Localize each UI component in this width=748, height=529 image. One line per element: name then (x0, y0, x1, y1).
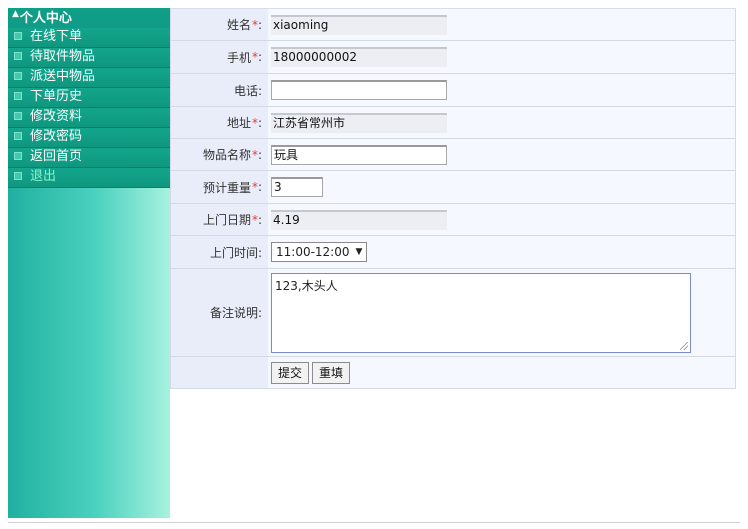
field-value: 18000000002 (268, 41, 735, 73)
form-row-weight: 预计重量 *: 3 (170, 171, 736, 204)
weight-label: 预计重量 (202, 180, 251, 195)
field-label (170, 357, 268, 388)
name-label: 姓名 (226, 18, 251, 32)
bullet-icon (14, 111, 22, 120)
remarks-textarea[interactable]: 123,木头人 (271, 272, 691, 353)
field-label: 姓名 *: (170, 9, 268, 40)
field-value: 江苏省常州市 (268, 107, 735, 138)
field-label: 地址 *: (170, 107, 268, 138)
address-label: 地址 (226, 116, 251, 130)
form-row-address: 地址 *: 江苏省常州市 (170, 107, 736, 139)
form-row-name: 姓名 *: xiaoming (170, 9, 736, 41)
resize-grip-icon[interactable] (680, 341, 688, 350)
phone-input[interactable] (271, 80, 447, 100)
form-row-actions: 提交 重填 (170, 357, 736, 389)
sidebar-item-label: 派送中物品 (30, 69, 96, 84)
reset-button[interactable]: 重填 (312, 361, 351, 384)
field-value: xiaoming (268, 9, 735, 40)
required-mark: * (251, 147, 258, 162)
remarks-label: 备注说明: (209, 306, 262, 320)
submit-button[interactable]: 提交 (271, 361, 310, 384)
form-row-mobile: 手机 *: 18000000002 (170, 41, 736, 74)
sidebar-item-label: 待取件物品 (30, 49, 96, 64)
form-row-pickup-time: 上门时间: 11:00-12:00 ▼ (170, 236, 736, 269)
bullet-icon (14, 131, 22, 140)
sidebar-item-label: 修改密码 (30, 129, 83, 144)
remarks-text: 123,木头人 (275, 278, 338, 293)
sidebar-item-label: 退出 (30, 169, 57, 184)
sidebar-item-label: 修改资料 (30, 109, 83, 124)
field-label: 上门时间: (170, 236, 268, 268)
field-value: 4.19 (268, 204, 735, 235)
field-label: 预计重量 *: (170, 171, 268, 203)
triangle-icon: ▲ (12, 9, 19, 19)
item-name-label: 物品名称 (202, 148, 251, 162)
field-value: 123,木头人 (268, 269, 735, 356)
form-row-phone: 电话: (170, 74, 736, 107)
sidebar-item-pending-pickup[interactable]: 待取件物品 (8, 48, 170, 68)
pickup-date-label: 上门日期 (202, 213, 251, 227)
form-row-pickup-date: 上门日期 *: 4.19 (170, 204, 736, 236)
sidebar-item-order-history[interactable]: 下单历史 (8, 88, 170, 108)
item-name-input[interactable]: 玩具 (271, 144, 447, 165)
pickup-time-value: 11:00-12:00 (276, 245, 350, 259)
weight-input[interactable]: 3 (271, 177, 323, 197)
sidebar: ▲个人中心 在线下单 待取件物品 派送中物品 下单历史 修改资料 修改密码 返回… (8, 8, 170, 518)
required-mark: * (251, 180, 258, 194)
field-label: 手机 *: (170, 41, 268, 73)
required-mark: * (251, 212, 258, 227)
sidebar-item-place-order[interactable]: 在线下单 (8, 28, 170, 48)
field-label: 电话: (170, 74, 268, 106)
mobile-input[interactable]: 18000000002 (271, 47, 447, 67)
field-label: 物品名称 *: (170, 139, 268, 170)
field-label: 上门日期 *: (170, 204, 268, 235)
required-mark: * (251, 17, 258, 32)
phone-label: 电话: (233, 83, 262, 98)
sidebar-item-edit-profile[interactable]: 修改资料 (8, 108, 170, 128)
required-mark: * (251, 115, 258, 130)
dropdown-arrow-icon: ▼ (355, 247, 363, 257)
field-value: 提交 重填 (268, 357, 735, 388)
form-row-remarks: 备注说明: 123,木头人 (170, 269, 736, 357)
form-row-item-name: 物品名称 *: 玩具 (170, 139, 736, 171)
name-input[interactable]: xiaoming (271, 14, 447, 35)
bullet-icon (14, 51, 22, 60)
sidebar-title-label: 个人中心 (19, 11, 72, 26)
required-mark: * (251, 50, 258, 64)
pickup-date-input[interactable]: 4.19 (271, 209, 447, 230)
sidebar-item-label: 下单历史 (30, 89, 83, 104)
sidebar-item-label: 在线下单 (30, 29, 83, 44)
field-value: 3 (268, 171, 735, 203)
pickup-time-select[interactable]: 11:00-12:00 ▼ (271, 242, 368, 262)
footer-divider (8, 522, 740, 523)
sidebar-item-in-delivery[interactable]: 派送中物品 (8, 68, 170, 88)
order-form: 姓名 *: xiaoming 手机 *: 18000000002 电话: 地址 *: … (170, 8, 736, 389)
address-input[interactable]: 江苏省常州市 (271, 112, 447, 133)
sidebar-item-home[interactable]: 返回首页 (8, 148, 170, 168)
bullet-icon (14, 31, 22, 40)
bullet-icon (14, 71, 22, 80)
sidebar-title: ▲个人中心 (8, 8, 170, 28)
field-value: 11:00-12:00 ▼ (268, 236, 735, 268)
mobile-label: 手机 (226, 50, 251, 65)
bullet-icon (14, 171, 22, 180)
bullet-icon (14, 91, 22, 100)
pickup-time-label: 上门时间: (209, 245, 262, 260)
sidebar-item-label: 返回首页 (30, 149, 83, 164)
sidebar-item-change-password[interactable]: 修改密码 (8, 128, 170, 148)
field-value (268, 74, 735, 106)
bullet-icon (14, 151, 22, 160)
field-value: 玩具 (268, 139, 735, 170)
sidebar-item-logout[interactable]: 退出 (8, 168, 170, 188)
field-label: 备注说明: (170, 269, 268, 356)
